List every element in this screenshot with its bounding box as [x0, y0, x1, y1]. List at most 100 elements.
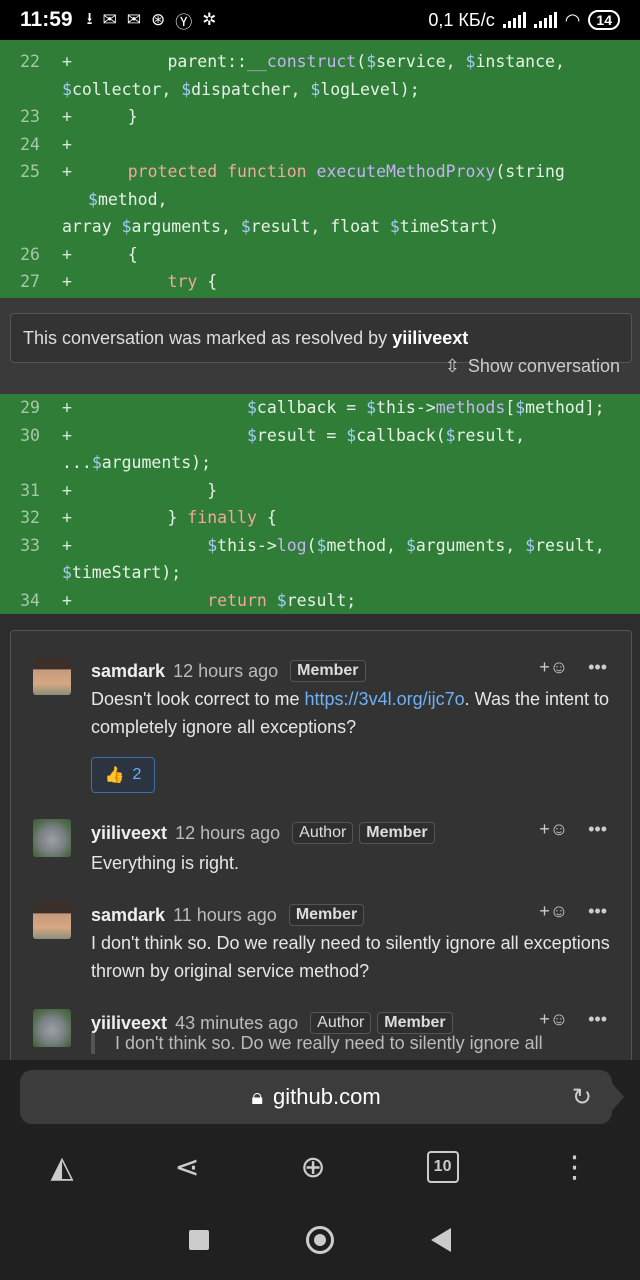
add-reaction-icon[interactable]: +☺ — [539, 819, 568, 840]
more-options-icon[interactable]: ••• — [588, 819, 607, 840]
comment-time[interactable]: 43 minutes ago — [175, 1013, 298, 1034]
comment-author[interactable]: samdark — [91, 905, 165, 926]
member-badge: Member — [359, 822, 435, 844]
share-icon[interactable]: ⋖ — [174, 1150, 199, 1185]
avatar[interactable] — [33, 901, 71, 939]
system-nav-bar — [0, 1200, 640, 1280]
diff-line: 25 + protected function executeMethodProx… — [0, 158, 640, 213]
add-reaction-icon[interactable]: +☺ — [539, 1009, 568, 1030]
app-icon: ⊛ — [151, 10, 166, 29]
code-text: parent::__construct($service, $instance, — [88, 52, 565, 71]
comment-thread: samdark 12 hours ago Member +☺ ••• Doesn… — [10, 630, 632, 1060]
resolved-text: This conversation was marked as resolved… — [23, 328, 388, 348]
comment-time[interactable]: 12 hours ago — [173, 661, 278, 682]
wifi-icon: ◠ — [564, 9, 581, 30]
diff-line: 23 + } — [0, 103, 640, 131]
status-time: 11:59 — [20, 8, 73, 31]
diff-line-wrap: $timeStart); — [0, 559, 640, 587]
line-number[interactable]: 26 — [0, 241, 48, 269]
back-button[interactable] — [431, 1228, 452, 1252]
comment-link[interactable]: https://3v4l.org/ijc7o — [305, 689, 465, 709]
code-text: ...$arguments); — [62, 453, 212, 472]
member-badge: Member — [290, 660, 366, 682]
more-options-icon[interactable]: ••• — [588, 657, 607, 678]
resolved-user[interactable]: yiiliveext — [392, 328, 468, 348]
diff-sign: + — [62, 272, 72, 291]
octopus-icon: ✲ — [202, 10, 217, 29]
add-reaction-icon[interactable]: +☺ — [539, 657, 568, 678]
code-text: } — [88, 480, 218, 500]
line-number[interactable]: 34 — [0, 587, 48, 615]
comment-author[interactable]: yiiliveext — [91, 823, 167, 844]
comment-time[interactable]: 12 hours ago — [175, 823, 280, 844]
diff-line: 31 + } — [0, 477, 640, 505]
diff-line: 29 + $callback = $this->methods[$method]; — [0, 394, 640, 422]
diff-line-partial — [0, 40, 640, 48]
diff-sign: + — [62, 590, 72, 610]
menu-icon[interactable]: ⋮ — [560, 1150, 590, 1185]
avatar[interactable] — [33, 1009, 71, 1047]
diff-sign: + — [62, 480, 72, 500]
diff-line: 33 + $this->log($method, $arguments, $res… — [0, 532, 640, 560]
recents-button[interactable] — [188, 1230, 209, 1250]
more-options-icon[interactable]: ••• — [588, 901, 607, 922]
line-number[interactable]: 23 — [0, 103, 48, 131]
thumbs-up-reaction[interactable]: 👍 2 — [91, 757, 155, 793]
mail-icon: ✉ — [102, 10, 117, 29]
more-options-icon[interactable]: ••• — [588, 1009, 607, 1030]
alice-assistant-icon[interactable]: ◭ — [50, 1150, 73, 1185]
add-reaction-icon[interactable]: +☺ — [539, 901, 568, 922]
comment-body: Doesn't look correct to me https://3v4l.… — [91, 689, 610, 737]
line-number[interactable]: 29 — [0, 394, 48, 422]
line-number[interactable]: 25 — [0, 158, 48, 213]
code-text: } finally { — [88, 508, 277, 527]
tabs-count-button[interactable]: 10 — [426, 1151, 459, 1183]
code-text: $timeStart); — [62, 563, 182, 582]
code-text: $this->log($method, $arguments, $result, — [207, 535, 605, 555]
diff-sign: + — [62, 425, 72, 445]
comment-body: Everything is right. — [91, 853, 240, 873]
code-text: $callback = $this->methods[$method]; — [246, 398, 605, 417]
diff-line: 24 + — [0, 131, 640, 159]
lock-icon: 🔒︎ — [251, 1084, 264, 1109]
address-bar[interactable]: 🔒︎ github.com ↻ — [20, 1070, 624, 1124]
avatar[interactable] — [33, 657, 71, 695]
mail-icon: ✉ — [126, 10, 142, 29]
diff-sign: + — [62, 398, 72, 417]
line-number[interactable]: 30 — [0, 422, 48, 450]
diff-sign: + — [62, 508, 72, 527]
code-text: $result = $callback($result, — [246, 425, 526, 445]
avatar[interactable] — [33, 819, 71, 857]
network-speed: 0,1 КБ/с — [428, 9, 495, 30]
show-conversation-button[interactable]: ⇳ Show conversation — [445, 356, 620, 377]
status-bar: 11:59 ⭳ ✉ ✉ ⊛ Ⓨ ✲ 0,1 КБ/с ◠ 14 — [0, 0, 640, 40]
reload-icon[interactable]: ↻ — [572, 1083, 592, 1112]
line-number[interactable]: 31 — [0, 477, 48, 505]
unfold-icon: ⇳ — [444, 356, 460, 376]
yandex-icon: Ⓨ — [175, 12, 193, 32]
comment-time[interactable]: 11 hours ago — [173, 905, 277, 926]
browser-toolbar: ◭ ⋖ ⊕ 10 ⋮ — [0, 1144, 640, 1190]
new-tab-icon[interactable]: ⊕ — [301, 1150, 326, 1185]
quoted-reply: I don't think so. Do we really need to s… — [91, 1033, 611, 1054]
comment-author[interactable]: samdark — [91, 661, 165, 682]
line-number[interactable]: 33 — [0, 532, 48, 560]
line-number[interactable]: 24 — [0, 131, 48, 159]
diff-line: 22 + parent::__construct($service, $insta… — [0, 48, 640, 76]
diff-line: 26 + { — [0, 241, 640, 269]
member-badge: Member — [288, 904, 365, 926]
home-button[interactable] — [305, 1226, 334, 1254]
line-number[interactable]: 32 — [0, 504, 48, 532]
battery-icon: 14 — [588, 10, 620, 30]
diff-line: 32 + } finally { — [0, 504, 640, 532]
line-number[interactable]: 27 — [0, 268, 48, 296]
code-text: array $arguments, $result, float $timeSt… — [62, 217, 500, 236]
diff-sign: + — [62, 244, 72, 264]
download-icon: ⭳ — [86, 8, 93, 28]
diff-line-wrap: array $arguments, $result, float $timeSt… — [0, 213, 640, 241]
line-number[interactable]: 22 — [0, 48, 48, 76]
diff-hunk-bottom: 29 + $callback = $this->methods[$method];… — [0, 394, 640, 614]
signal-icon — [533, 12, 557, 28]
comment-author[interactable]: yiiliveext — [91, 1013, 167, 1034]
